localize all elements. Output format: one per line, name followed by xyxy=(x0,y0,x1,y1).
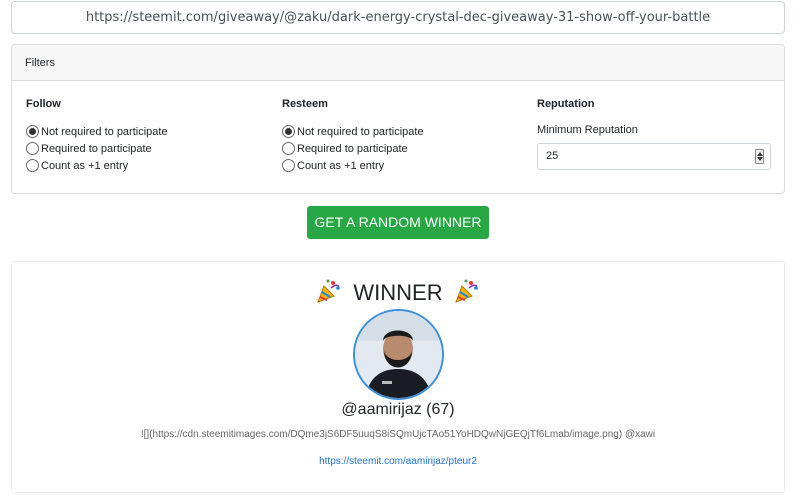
avatar-image xyxy=(355,311,442,398)
minimum-reputation-value: 25 xyxy=(546,150,559,162)
radio-label: Required to participate xyxy=(297,142,408,155)
reputation-title: Reputation xyxy=(537,98,595,110)
radio-label: Count as +1 entry xyxy=(41,159,129,172)
winner-title-text: WINNER xyxy=(353,280,443,305)
filters-panel: Filters Follow Not required to participa… xyxy=(11,44,785,194)
winner-heading: WINNER xyxy=(12,278,784,306)
radio-button[interactable] xyxy=(26,159,39,172)
winner-username: @aamirijaz (67) xyxy=(341,401,455,418)
winner-avatar xyxy=(353,309,444,400)
radio-label: Required to participate xyxy=(41,142,152,155)
minimum-reputation-input[interactable]: 25 xyxy=(537,143,771,170)
number-spinner-icon[interactable] xyxy=(755,149,764,164)
follow-option-required[interactable]: Required to participate xyxy=(26,140,168,157)
follow-option-extra-entry[interactable]: Count as +1 entry xyxy=(26,157,168,174)
resteem-option-not-required[interactable]: Not required to participate xyxy=(282,123,424,140)
follow-title: Follow xyxy=(26,98,61,110)
radio-label: Not required to participate xyxy=(297,125,424,138)
filters-header: Filters xyxy=(12,45,784,81)
radio-button-checked[interactable] xyxy=(26,125,39,138)
winner-comment-link[interactable]: https://steemit.com/aamirijaz/pteur2 xyxy=(12,456,784,467)
resteem-option-required[interactable]: Required to participate xyxy=(282,140,424,157)
winner-comment: ![](https://cdn.steemitimages.com/DQme3j… xyxy=(140,429,656,440)
reputation-filter-group: Reputation Minimum Reputation 25 xyxy=(537,97,771,170)
winner-panel: WINNER @aamirijaz (67) ![](https://cdn.s… xyxy=(11,261,785,493)
resteem-option-extra-entry[interactable]: Count as +1 entry xyxy=(282,157,424,174)
radio-button[interactable] xyxy=(282,159,295,172)
radio-label: Not required to participate xyxy=(41,125,168,138)
party-popper-icon xyxy=(317,279,341,303)
resteem-filter-group: Resteem Not required to participate Requ… xyxy=(282,97,424,174)
follow-filter-group: Follow Not required to participate Requi… xyxy=(26,97,168,174)
radio-button-checked[interactable] xyxy=(282,125,295,138)
party-popper-icon xyxy=(454,279,478,303)
radio-label: Count as +1 entry xyxy=(297,159,385,172)
minimum-reputation-label: Minimum Reputation xyxy=(537,124,638,136)
get-random-winner-button[interactable]: GET A RANDOM WINNER xyxy=(307,206,489,239)
giveaway-url-input[interactable]: https://steemit.com/giveaway/@zaku/dark-… xyxy=(11,1,785,34)
resteem-title: Resteem xyxy=(282,98,328,110)
radio-button[interactable] xyxy=(282,142,295,155)
radio-button[interactable] xyxy=(26,142,39,155)
follow-option-not-required[interactable]: Not required to participate xyxy=(26,123,168,140)
